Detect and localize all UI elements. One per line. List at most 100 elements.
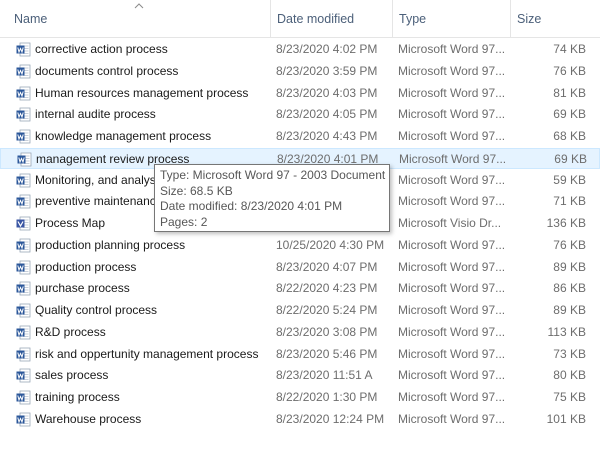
file-type: Microsoft Word 97... — [398, 303, 506, 317]
word-icon — [16, 368, 31, 383]
file-row[interactable]: Warehouse process 8/23/2020 12:24 PM Micro… — [0, 409, 600, 430]
file-name: production planning process — [35, 237, 186, 252]
file-type: Microsoft Word 97... — [398, 390, 506, 404]
word-icon — [16, 64, 31, 79]
word-icon — [16, 194, 31, 209]
tooltip-date-modified: Date modified: 8/23/2020 4:01 PM — [160, 199, 343, 213]
file-date-modified: 8/23/2020 4:03 PM — [276, 85, 378, 100]
file-size: 80 KB — [553, 368, 586, 383]
file-row[interactable]: sales process 8/23/2020 11:51 A Microsoft … — [0, 365, 600, 386]
word-icon — [17, 152, 32, 167]
file-row[interactable]: R&D process 8/23/2020 3:08 PM Microsoft Wo… — [0, 322, 600, 343]
file-type: Microsoft Word 97... — [398, 172, 506, 187]
file-row[interactable]: knowledge management process 8/23/2020 4:… — [0, 126, 600, 147]
word-icon — [16, 238, 31, 253]
word-icon — [16, 173, 31, 187]
file-size: 89 KB — [553, 303, 586, 317]
file-row[interactable]: Human resources management process 8/23/2… — [0, 83, 600, 104]
file-row[interactable]: internal audite process 8/23/2020 4:05 PM… — [0, 104, 600, 125]
file-date-modified: 8/23/2020 3:08 PM — [276, 324, 378, 339]
column-header-date-modified[interactable]: Date modified — [270, 0, 392, 38]
file-type: Microsoft Word 97... — [399, 151, 507, 166]
word-icon — [16, 42, 31, 57]
file-date-modified: 8/23/2020 4:07 PM — [276, 259, 378, 274]
file-name: training process — [35, 390, 120, 404]
file-type: Microsoft Word 97... — [398, 368, 506, 383]
file-type: Microsoft Word 97... — [398, 63, 506, 78]
visio-icon — [16, 216, 31, 231]
file-size: 86 KB — [553, 281, 586, 296]
file-date-modified: 8/23/2020 11:51 A — [276, 368, 373, 383]
file-type: Microsoft Word 97... — [398, 259, 506, 274]
file-type: Microsoft Word 97... — [398, 42, 506, 56]
file-date-modified: 8/23/2020 3:59 PM — [276, 63, 378, 78]
file-size: 113 KB — [547, 324, 586, 339]
file-name: sales process — [35, 368, 109, 383]
file-name: internal audite process — [35, 107, 156, 122]
file-name: Warehouse process — [35, 411, 142, 426]
file-name: risk and oppertunity management process — [35, 346, 259, 361]
file-row[interactable]: documents control process 8/23/2020 3:59 … — [0, 61, 600, 82]
tooltip-pages: Pages: 2 — [160, 214, 208, 229]
file-size: 69 KB — [553, 107, 586, 122]
file-size: 76 KB — [553, 237, 586, 252]
file-size: 73 KB — [553, 346, 586, 361]
word-icon — [16, 347, 31, 361]
column-header-size[interactable]: Size — [510, 0, 600, 38]
file-row[interactable]: production process 8/23/2020 4:07 PM Micro… — [0, 257, 600, 278]
file-name: production process — [35, 259, 137, 274]
file-row[interactable]: Quality control process 8/22/2020 5:24 PM… — [0, 300, 600, 321]
column-header-name[interactable]: Name — [8, 0, 270, 38]
file-date-modified: 8/23/2020 4:02 PM — [276, 42, 378, 56]
file-size: 71 KB — [553, 194, 586, 209]
file-row[interactable]: corrective action process 8/23/2020 4:02 … — [0, 39, 600, 60]
file-info-tooltip: Type: Microsoft Word 97 - 2003 Document … — [154, 164, 390, 232]
file-type: Microsoft Word 97... — [398, 324, 506, 339]
word-icon — [16, 390, 31, 405]
file-date-modified: 8/23/2020 12:24 PM — [276, 411, 385, 426]
word-icon — [16, 412, 31, 427]
file-row[interactable]: purchase process 8/22/2020 4:23 PM Microso… — [0, 278, 600, 299]
file-size: 101 KB — [546, 411, 586, 426]
file-size: 68 KB — [553, 129, 586, 143]
word-icon — [16, 260, 31, 274]
file-date-modified: 8/23/2020 5:46 PM — [276, 346, 378, 361]
file-date-modified: 8/23/2020 4:05 PM — [276, 107, 378, 122]
file-type: Microsoft Word 97... — [398, 107, 506, 122]
file-name: Quality control process — [35, 303, 158, 317]
file-row[interactable]: production planning process 10/25/2020 4:… — [0, 235, 600, 256]
file-size: 69 KB — [554, 151, 587, 166]
file-type: Microsoft Word 97... — [398, 411, 506, 426]
word-icon — [16, 129, 31, 144]
file-name: Human resources management process — [35, 85, 249, 100]
file-size: 75 KB — [553, 390, 586, 404]
file-size: 81 KB — [553, 85, 586, 100]
file-date-modified: 8/22/2020 1:30 PM — [276, 390, 378, 404]
file-type: Microsoft Word 97... — [398, 85, 506, 100]
file-name: knowledge management process — [35, 129, 212, 143]
file-row[interactable]: risk and oppertunity management process 8… — [0, 344, 600, 365]
file-type: Microsoft Word 97... — [398, 281, 506, 296]
file-date-modified: 8/22/2020 4:23 PM — [276, 281, 378, 296]
file-size: 76 KB — [553, 63, 586, 78]
file-row[interactable]: training process 8/22/2020 1:30 PM Microso… — [0, 387, 600, 408]
file-date-modified: 8/22/2020 5:24 PM — [276, 303, 378, 317]
file-size: 74 KB — [553, 42, 586, 56]
file-type: Microsoft Word 97... — [398, 129, 506, 143]
file-name: R&D process — [35, 324, 106, 339]
file-type: Microsoft Word 97... — [398, 194, 506, 209]
file-type: Microsoft Visio Dr... — [398, 216, 502, 230]
file-name: purchase process — [35, 281, 130, 296]
file-size: 59 KB — [553, 172, 586, 187]
word-icon — [16, 86, 31, 100]
tooltip-size: Size: 68.5 KB — [160, 183, 233, 198]
file-name: corrective action process — [35, 42, 168, 56]
file-name: documents control process — [35, 63, 179, 78]
file-type: Microsoft Word 97... — [398, 346, 506, 361]
word-icon — [16, 107, 31, 122]
file-type: Microsoft Word 97... — [398, 237, 506, 252]
file-date-modified: 8/23/2020 4:43 PM — [276, 129, 378, 143]
file-size: 89 KB — [553, 259, 586, 274]
column-header-type[interactable]: Type — [392, 0, 510, 38]
word-icon — [16, 325, 31, 340]
